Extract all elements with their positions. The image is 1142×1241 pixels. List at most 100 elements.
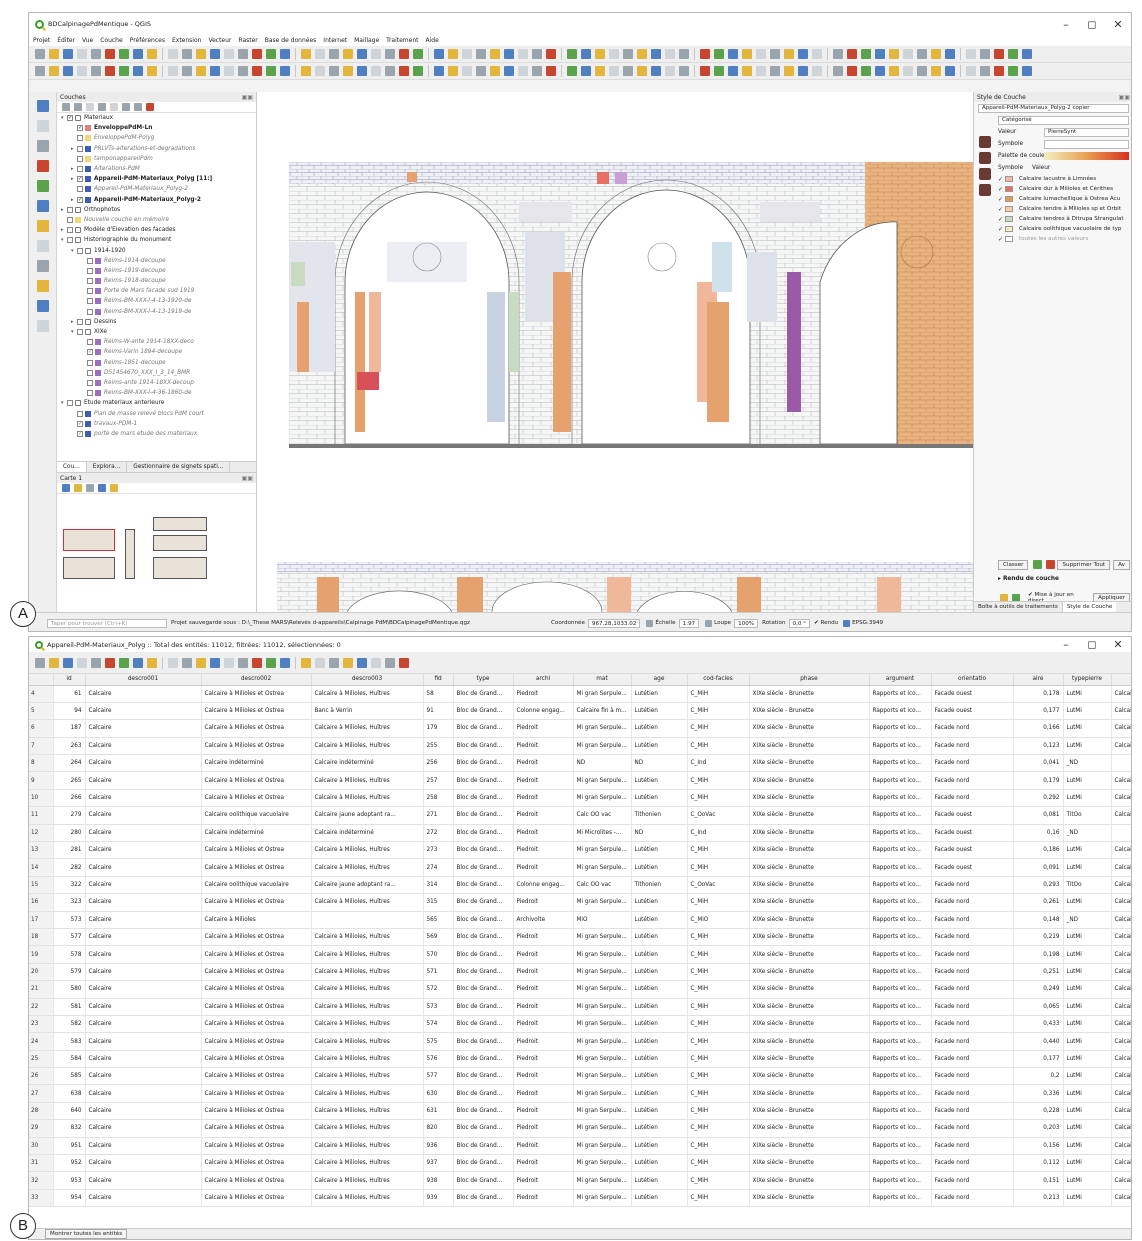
table-cell[interactable]: 258	[423, 789, 454, 808]
select-icon[interactable]	[595, 49, 605, 59]
menu-item[interactable]: Internet	[323, 37, 347, 44]
table-cell[interactable]: Calcaire oolithique vacuolaire	[201, 806, 312, 825]
table-cell[interactable]: Tithonien	[631, 806, 688, 825]
table-cell[interactable]: Calcaire à Milioles, Huîtres	[311, 771, 424, 790]
menu-item[interactable]: Éditer	[57, 37, 75, 44]
column-header[interactable]: descro003	[311, 674, 424, 686]
table-cell[interactable]: Facade nord	[931, 1102, 1014, 1121]
table-row[interactable]: 24 583 Calcaire Calcaire à Milioles et Ostr…	[29, 1032, 1131, 1051]
table-cell[interactable]: Rapports et ico...	[869, 858, 932, 877]
table-cell[interactable]: Mi gran Serpule...	[573, 1137, 632, 1156]
table-cell[interactable]: Piedroit	[513, 1119, 574, 1138]
table-cell[interactable]: Calcaire lu	[1111, 841, 1131, 860]
table-cell[interactable]: Lutétien	[631, 945, 688, 964]
table-cell[interactable]: C_MiH	[687, 1015, 750, 1034]
select-icon[interactable]	[742, 49, 752, 59]
table-cell[interactable]: Calcaire à Milioles, Huîtres	[311, 1154, 424, 1173]
color-ramp[interactable]	[1044, 152, 1129, 160]
table-cell[interactable]: XIXe siècle - Brunette	[749, 1189, 870, 1208]
select-icon[interactable]	[889, 49, 899, 59]
table-cell[interactable]: 0,249	[1013, 980, 1064, 999]
table-cell[interactable]: 0,16	[1013, 824, 1064, 843]
diagrams-icon[interactable]	[979, 184, 991, 196]
table-cell[interactable]: Calcaire à Milioles, Huîtres	[311, 1032, 424, 1051]
zoom-out-icon[interactable]	[119, 49, 129, 59]
table-row[interactable]: 6 187 Calcaire Calcaire à Milioles et Ostre…	[29, 719, 1131, 738]
add-vectortile-icon[interactable]	[36, 320, 49, 332]
table-cell[interactable]: Calcaire à Milioles et Ostrea	[201, 945, 312, 964]
layer-visibility-checkbox[interactable]: ✓	[87, 349, 93, 356]
table-cell[interactable]: Colonne engag...	[513, 876, 574, 895]
table-cell[interactable]: Bloc de Grand...	[453, 893, 514, 912]
table-cell[interactable]: Piedroit	[513, 1084, 574, 1103]
table-cell[interactable]: XIXe siècle - Brunette	[749, 789, 870, 808]
layer-visibility-checkbox[interactable]	[67, 227, 73, 234]
table-cell[interactable]: Calcaire lu	[1111, 1050, 1131, 1069]
new-project-icon[interactable]	[917, 49, 927, 59]
table-row[interactable]: 13 281 Calcaire Calcaire à Milioles et Ostr…	[29, 841, 1131, 860]
identify-icon[interactable]	[875, 49, 885, 59]
table-cell[interactable]: Bloc de Grand...	[453, 945, 514, 964]
layer-visibility-checkbox[interactable]	[77, 166, 83, 173]
table-cell[interactable]: Bloc de Grand...	[453, 1189, 514, 1208]
table-cell[interactable]: 0,293	[1013, 876, 1064, 895]
table-cell[interactable]: Calcaire lu	[1111, 858, 1131, 877]
table-cell[interactable]: Lutétien	[631, 1189, 688, 1208]
table-cell[interactable]: 279	[53, 806, 86, 825]
zoom-in-icon[interactable]	[700, 49, 710, 59]
table-cell[interactable]: C_MiH	[687, 980, 750, 999]
pan-icon[interactable]	[833, 66, 843, 76]
table-cell[interactable]: Mi gran Serpule...	[573, 928, 632, 947]
table-cell[interactable]: ND	[631, 824, 688, 843]
table-cell[interactable]: Facade nord	[931, 1154, 1014, 1173]
new-project-icon[interactable]	[770, 66, 780, 76]
table-cell[interactable]: Calcaire	[85, 685, 202, 703]
table-cell[interactable]: C_MiH	[687, 1102, 750, 1121]
table-cell[interactable]: Piedroit	[513, 1050, 574, 1069]
table-cell[interactable]: 577	[53, 928, 86, 947]
table-row[interactable]: 19 578 Calcaire Calcaire à Milioles et Ostr…	[29, 945, 1131, 964]
table-cell[interactable]: Calcaire à Milioles, Huîtres	[311, 1050, 424, 1069]
table-cell[interactable]: 0,186	[1013, 841, 1064, 860]
table-cell[interactable]: Mi gran Serpule...	[573, 1171, 632, 1190]
layer-tree-item[interactable]: Reims-1851-decoupe	[57, 358, 256, 368]
table-cell[interactable]: Piedroit	[513, 719, 574, 738]
table-cell[interactable]: Calcaire à Milioles et Ostrea	[201, 702, 312, 721]
table-cell[interactable]: Bloc de Grand...	[453, 789, 514, 808]
table-cell[interactable]: Lutétien	[631, 998, 688, 1016]
pan-icon[interactable]	[238, 66, 248, 76]
table-cell[interactable]: Facade ouest	[931, 702, 1014, 721]
column-header[interactable]: aire	[1013, 674, 1064, 686]
table-cell[interactable]: 582	[53, 1015, 86, 1034]
map-canvas[interactable]	[257, 92, 973, 612]
table-cell[interactable]: 0,166	[1013, 719, 1064, 738]
measure-icon[interactable]	[315, 657, 325, 668]
table-cell[interactable]: Calcaire	[85, 1102, 202, 1121]
table-cell[interactable]: Archivolte	[513, 911, 574, 929]
table-cell[interactable]: 281	[53, 841, 86, 860]
table-cell[interactable]: LutMi	[1063, 1171, 1112, 1190]
zoom-out-icon[interactable]	[861, 66, 871, 76]
measure-icon[interactable]	[168, 49, 178, 59]
expand-all-icon[interactable]	[122, 103, 130, 111]
table-row[interactable]: 30 951 Calcaire Calcaire à Milioles et Ostr…	[29, 1137, 1131, 1156]
table-cell[interactable]: Calcaire à Milioles et Ostrea	[201, 1067, 312, 1086]
category-row[interactable]: ✓ Calcaire tendres à Ditrupa Strangulat	[994, 214, 1131, 224]
symbol-button[interactable]	[1044, 139, 1129, 149]
measure-icon[interactable]	[756, 49, 766, 59]
table-cell[interactable]: Calcaire à Milioles, Huîtres	[311, 737, 424, 756]
open-icon[interactable]	[343, 49, 353, 59]
table-cell[interactable]: Piedroit	[513, 980, 574, 999]
identify-icon[interactable]	[581, 49, 591, 59]
column-header[interactable]: cod-facies	[687, 674, 750, 686]
table-cell[interactable]: Calcaire lu	[1111, 771, 1131, 790]
tab-layers[interactable]: Cou...	[57, 462, 87, 472]
table-cell[interactable]: 0,081	[1013, 806, 1064, 825]
table-cell[interactable]: Rapports et ico...	[869, 998, 932, 1016]
table-cell[interactable]: Calcaire oo	[1111, 806, 1131, 825]
zoom-in-icon[interactable]	[105, 66, 115, 76]
layer-rendering-toggle[interactable]: ▸ Rendu de couche	[998, 576, 1059, 582]
table-cell[interactable]: Rapports et ico...	[869, 702, 932, 721]
table-cell[interactable]: Lutétien	[631, 1137, 688, 1156]
table-cell[interactable]: 832	[53, 1119, 86, 1138]
